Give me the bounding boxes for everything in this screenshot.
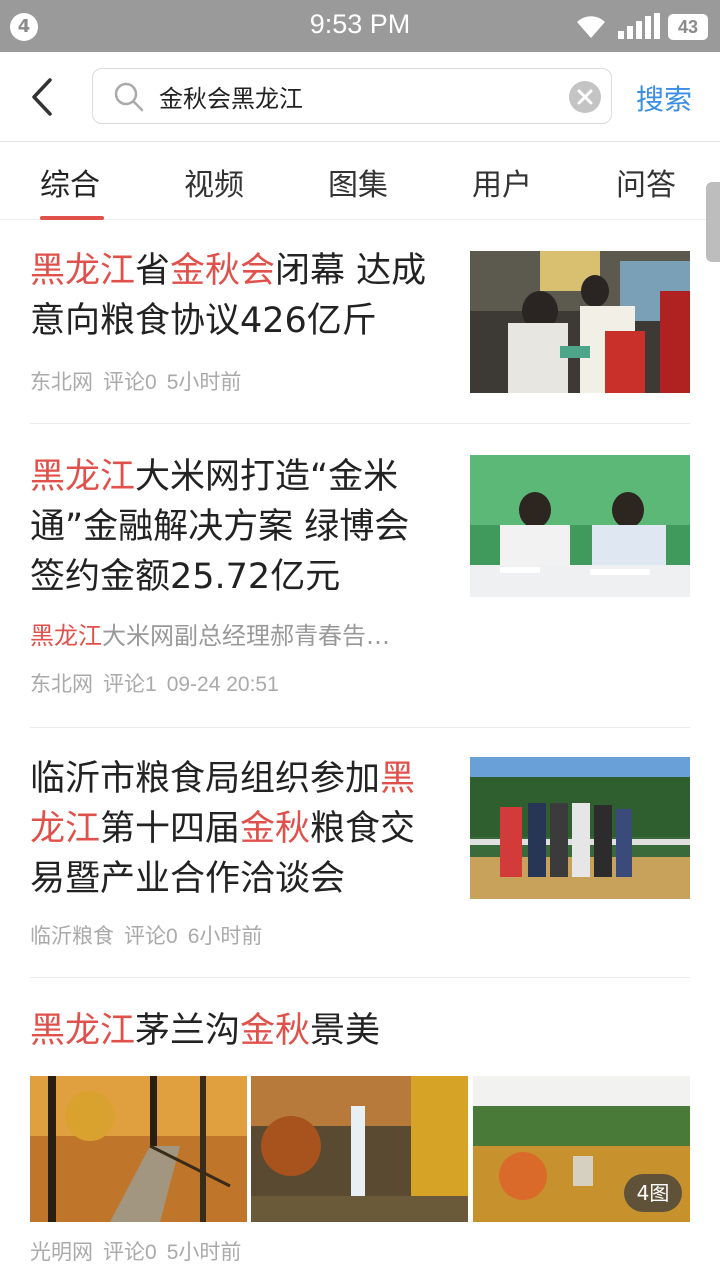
tab-users[interactable]: 用户 xyxy=(472,160,532,204)
article-abstract: 黑龙江大米网副总经理郝青春告… xyxy=(30,616,450,651)
tab-comprehensive[interactable]: 综合 xyxy=(40,160,100,204)
keyword-highlight: 黑龙江 xyxy=(30,251,136,291)
gallery-image xyxy=(30,1076,247,1222)
article-source: 临沂粮食 xyxy=(30,925,114,948)
battery-icon: 43 xyxy=(668,14,708,40)
article-thumbnail xyxy=(470,757,690,899)
close-icon xyxy=(577,89,593,105)
article-title: 黑龙江省金秋会闭幕 达成意向粮食协议426亿斤 xyxy=(30,246,440,346)
title-text: 景美 xyxy=(310,1011,381,1051)
article-source: 东北网 xyxy=(30,673,93,696)
article-comments: 评论1 xyxy=(103,673,157,696)
article-title: 黑龙江大米网打造“金米通”金融解决方案 绿博会签约金额25.72亿元 xyxy=(30,452,440,602)
search-box[interactable] xyxy=(92,68,612,124)
keyword-highlight: 金秋 xyxy=(240,1011,311,1051)
gallery-image xyxy=(251,1076,468,1222)
article-item[interactable]: 黑龙江省金秋会闭幕 达成意向粮食协议426亿斤 东北网 评论0 5小时前 xyxy=(30,246,690,424)
signal-icon xyxy=(618,13,660,39)
back-arrow-icon xyxy=(32,78,52,116)
scroll-handle[interactable] xyxy=(706,182,720,262)
result-tabs: 综合 视频 图集 用户 问答 xyxy=(0,142,720,220)
clear-search-button[interactable] xyxy=(569,81,601,113)
article-time: 09-24 20:51 xyxy=(166,673,279,696)
article-meta: 光明网 评论0 5小时前 xyxy=(30,1236,251,1266)
keyword-highlight: 金秋 xyxy=(240,809,311,849)
search-input[interactable] xyxy=(159,69,559,123)
back-button[interactable] xyxy=(24,74,64,120)
article-time: 5小时前 xyxy=(166,371,242,394)
active-tab-indicator xyxy=(40,216,104,220)
search-header: 搜索 xyxy=(0,52,720,142)
search-icon xyxy=(114,82,144,112)
article-source: 东北网 xyxy=(30,371,93,394)
gallery-images: 4图 xyxy=(30,1076,690,1222)
article-meta: 东北网 评论0 5小时前 xyxy=(30,366,251,396)
keyword-highlight: 黑龙江 xyxy=(30,622,102,650)
article-item[interactable]: 临沂市粮食局组织参加黑龙江第十四届金秋粮食交易暨产业合作洽谈会 临沂粮食 评论0 6… xyxy=(30,754,690,978)
article-thumbnail xyxy=(470,455,690,597)
article-comments: 评论0 xyxy=(103,1241,157,1264)
article-time: 6小时前 xyxy=(187,925,263,948)
title-text: 茅兰沟 xyxy=(135,1011,241,1051)
title-text: 第十四届 xyxy=(100,809,241,849)
article-comments: 评论0 xyxy=(124,925,178,948)
article-meta: 临沂粮食 评论0 6小时前 xyxy=(30,920,272,950)
article-meta: 东北网 评论1 09-24 20:51 xyxy=(30,668,289,698)
article-comments: 评论0 xyxy=(103,371,157,394)
status-clock: 9:53 PM xyxy=(309,9,411,39)
keyword-highlight: 黑龙江 xyxy=(30,457,136,497)
keyword-highlight: 黑龙江 xyxy=(30,1011,136,1051)
wifi-icon xyxy=(577,16,605,38)
article-source: 光明网 xyxy=(30,1241,93,1264)
status-bar: 4 9:53 PM 43 xyxy=(0,0,720,52)
keyword-highlight: 金秋会 xyxy=(170,251,276,291)
tab-gallery[interactable]: 图集 xyxy=(328,160,388,204)
tab-qa[interactable]: 问答 xyxy=(616,160,676,204)
gallery-article-item[interactable]: 黑龙江茅兰沟金秋景美 4图 光明网 评论0 5小时前 xyxy=(30,1006,690,1280)
article-title: 临沂市粮食局组织参加黑龙江第十四届金秋粮食交易暨产业合作洽谈会 xyxy=(30,754,450,904)
title-text: 省 xyxy=(135,251,171,291)
title-text: 临沂市粮食局组织参加 xyxy=(30,759,381,799)
abstract-text: 大米网副总经理郝青春告… xyxy=(102,622,390,650)
article-title: 黑龙江茅兰沟金秋景美 xyxy=(30,1006,690,1056)
tab-video[interactable]: 视频 xyxy=(184,160,244,204)
image-count-badge: 4图 xyxy=(624,1174,682,1212)
article-thumbnail xyxy=(470,251,690,393)
article-item[interactable]: 黑龙江大米网打造“金米通”金融解决方案 绿博会签约金额25.72亿元 黑龙江大米… xyxy=(30,452,690,728)
gallery-image: 4图 xyxy=(473,1076,690,1222)
article-time: 5小时前 xyxy=(166,1241,242,1264)
search-button[interactable]: 搜索 xyxy=(636,78,692,118)
